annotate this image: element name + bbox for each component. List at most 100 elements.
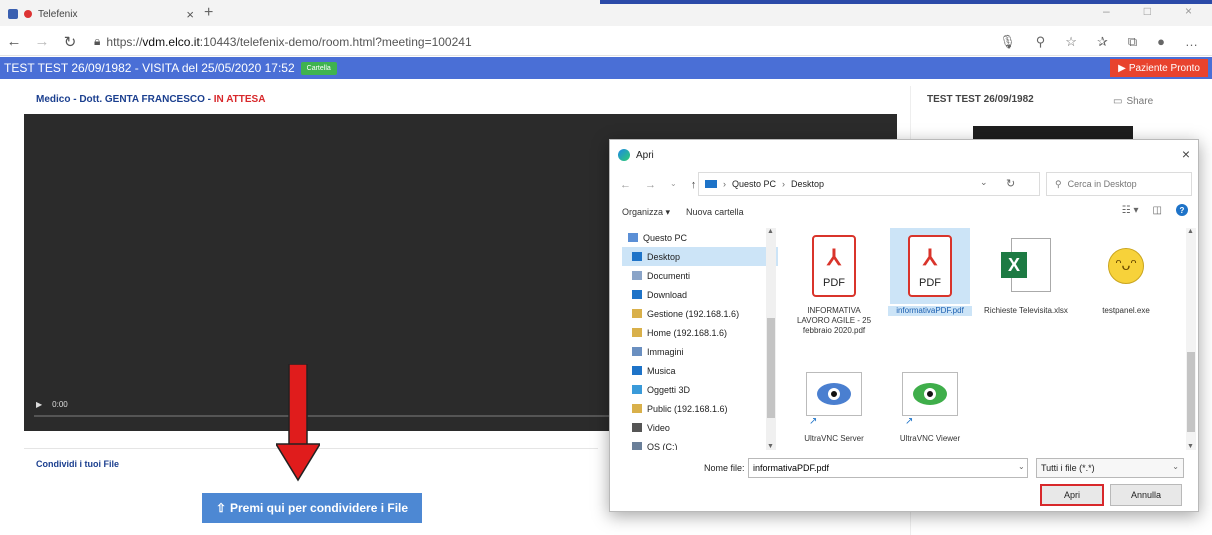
nav-item-video[interactable]: Video [622, 418, 778, 437]
nav-item-public[interactable]: Public (192.168.1.6) [622, 399, 778, 418]
paziente-pronto-button[interactable]: ▶ Paziente Pronto [1110, 59, 1208, 77]
chevron-down-icon: ⌄ [1172, 462, 1179, 471]
shortcut-arrow-icon: ↗ [905, 416, 914, 427]
scroll-up-icon[interactable]: ▲ [767, 228, 774, 235]
open-button[interactable]: Apri [1040, 484, 1104, 506]
profile-icon[interactable]: ● [1157, 34, 1165, 50]
dialog-up-icon[interactable]: ↑ [691, 179, 697, 191]
zoom-icon[interactable]: ⚲ [1036, 34, 1046, 50]
nav-item-gestione[interactable]: Gestione (192.168.1.6) [622, 304, 778, 323]
new-tab-icon[interactable]: + [204, 4, 213, 22]
nav-scrollbar[interactable]: ▲ ▼ [766, 228, 776, 450]
scroll-down-icon[interactable]: ▼ [1187, 443, 1194, 450]
window-close-icon[interactable]: × [1185, 4, 1192, 18]
share-screen-button[interactable]: ▭ Share [1113, 96, 1153, 107]
file-item-informativapdf[interactable]: ⅄ PDF informativaPDF.pdf [888, 228, 972, 316]
nav-item-oggetti-3d[interactable]: Oggetti 3D [622, 380, 778, 399]
path-dropdown-icon[interactable]: ⌄ [980, 177, 988, 188]
help-icon[interactable]: ? [1176, 204, 1188, 216]
dialog-recent-icon[interactable]: ⌄ [670, 179, 677, 191]
file-thumbnail: X [986, 228, 1066, 304]
file-item-testpanel[interactable]: ᵔᴗᵔ testpanel.exe [1084, 228, 1168, 316]
dialog-toolbar: Organizza ▾ Nuova cartella ☷ ▾ ◫ ? [610, 202, 1198, 222]
file-item-informativa-lavoro[interactable]: ⅄ PDF INFORMATIVA LAVORO AGILE - 25 febbr… [792, 228, 876, 336]
file-thumbnail: ⅄ PDF [794, 228, 874, 304]
breadcrumb-pc[interactable]: Questo PC [732, 179, 776, 189]
close-icon[interactable]: × [186, 7, 194, 22]
nav-item-documenti[interactable]: Documenti [622, 266, 778, 285]
refresh-icon[interactable]: ↻ [1006, 177, 1015, 190]
file-item-ultravnc-viewer[interactable]: ↗ UltraVNC Viewer [888, 356, 972, 444]
view-mode-icon[interactable]: ☷ ▾ [1122, 205, 1139, 216]
cartella-button[interactable]: Cartella [300, 61, 337, 75]
nav-item-musica[interactable]: Musica [622, 361, 778, 380]
url-path: :10443/telefenix-demo/room.html?meeting=… [199, 34, 472, 49]
star-icon[interactable]: ☆ [1065, 34, 1077, 50]
files-scroll-thumb[interactable] [1187, 352, 1195, 432]
nav-item-os-c[interactable]: OS (C:) [622, 437, 778, 450]
dialog-close-icon[interactable]: × [1182, 146, 1190, 162]
nav-label: Video [647, 422, 670, 433]
dialog-titlebar: Apri × [610, 140, 1198, 170]
preview-pane-icon[interactable]: ◫ [1153, 205, 1162, 216]
files-scrollbar[interactable]: ▲ ▼ [1186, 228, 1196, 450]
ultravnc-server-icon: ↗ [806, 372, 862, 427]
view-controls: ☷ ▾ ◫ ? [1122, 204, 1188, 216]
nav-item-immagini[interactable]: Immagini [622, 342, 778, 361]
file-thumbnail: ↗ [890, 356, 970, 432]
lock-icon: 🔒︎ [94, 34, 101, 48]
breadcrumb-desktop[interactable]: Desktop [791, 179, 824, 189]
pronto-label: Paziente Pronto [1128, 62, 1200, 74]
filename-input[interactable] [748, 458, 1028, 478]
scroll-down-icon[interactable]: ▼ [767, 443, 774, 450]
pictures-icon [632, 347, 642, 356]
share-files-button[interactable]: ⇧ Premi qui per condividere i File [202, 493, 422, 523]
dialog-search-input[interactable]: ⚲ Cerca in Desktop [1046, 172, 1192, 196]
forward-icon[interactable]: → [28, 33, 56, 50]
filetype-value: Tutti i file (*.*) [1041, 463, 1095, 473]
reload-icon[interactable]: ↻ [56, 33, 84, 51]
home-icon [8, 9, 18, 19]
collections-icon[interactable]: ⧉ [1128, 34, 1137, 50]
computer-icon [628, 233, 638, 242]
file-item-ultravnc-server[interactable]: ↗ UltraVNC Server [792, 356, 876, 444]
more-icon[interactable]: … [1185, 34, 1198, 50]
excel-icon: X [1001, 238, 1051, 294]
file-item-richieste-televisita[interactable]: X Richieste Televisita.xlsx [984, 228, 1068, 316]
chevron-right-icon: › [782, 179, 786, 189]
nav-item-desktop[interactable]: Desktop [622, 247, 778, 266]
nav-scroll-thumb[interactable] [767, 318, 775, 418]
nav-label: Gestione (192.168.1.6) [647, 308, 740, 319]
browser-tabbar: Telefenix × + – □ × [0, 0, 1212, 26]
favorites-icon[interactable]: ✰ [1097, 34, 1108, 50]
dialog-forward-icon[interactable]: → [645, 179, 656, 191]
minimize-icon[interactable]: – [1103, 4, 1110, 18]
dialog-back-icon[interactable]: ← [620, 179, 631, 191]
desktop-icon [632, 252, 642, 261]
filename-dropdown-icon[interactable]: ⌄ [1018, 462, 1025, 471]
dialog-breadcrumb[interactable]: › Questo PC › Desktop [698, 172, 1040, 196]
ultravnc-viewer-icon: ↗ [902, 372, 958, 427]
video-play-icon[interactable]: ▶ [36, 400, 42, 409]
new-folder-button[interactable]: Nuova cartella [686, 207, 744, 217]
chevron-right-icon: › [723, 179, 726, 189]
url-field[interactable]: 🔒︎ https://vdm.elco.it:10443/telefenix-d… [94, 34, 472, 49]
pdf-label: PDF [823, 277, 845, 289]
mic-icon[interactable]: 🎙︎ [999, 34, 1016, 50]
nav-label: OS (C:) [647, 441, 678, 451]
nav-item-questo-pc[interactable]: Questo PC [622, 228, 778, 247]
cancel-button[interactable]: Annulla [1110, 484, 1182, 506]
organizza-button[interactable]: Organizza ▾ [622, 207, 670, 218]
music-icon [632, 366, 642, 375]
back-icon[interactable]: ← [0, 33, 28, 50]
video-time: 0:00 [52, 400, 68, 409]
filetype-select[interactable]: Tutti i file (*.*) ⌄ [1036, 458, 1184, 478]
scroll-up-icon[interactable]: ▲ [1187, 228, 1194, 235]
url-host: vdm.elco.it [142, 34, 200, 49]
browser-tab[interactable]: Telefenix × [0, 2, 200, 26]
pdf-icon: ⅄ PDF [908, 235, 952, 297]
nav-item-home[interactable]: Home (192.168.1.6) [622, 323, 778, 342]
share-label: Share [1126, 96, 1154, 107]
nav-item-download[interactable]: Download [622, 285, 778, 304]
maximize-icon[interactable]: □ [1144, 4, 1151, 18]
